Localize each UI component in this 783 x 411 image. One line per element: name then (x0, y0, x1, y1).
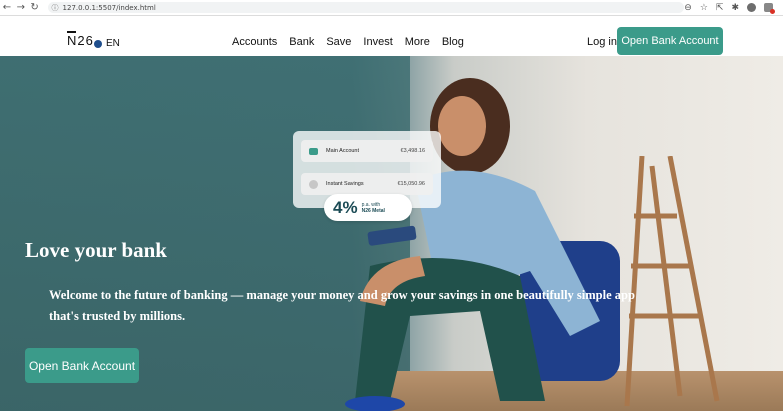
nav-blog[interactable]: Blog (442, 36, 464, 48)
notification-dot (770, 9, 775, 14)
main-account-row: Main Account €3,498.16 (301, 140, 433, 162)
woman-photo (345, 78, 620, 411)
profile-avatar[interactable] (747, 3, 756, 12)
main-nav: Accounts Bank Save Invest More Blog (232, 36, 464, 48)
zoom-icon[interactable]: ⊖ (684, 3, 692, 13)
account-name: Instant Savings (326, 181, 364, 187)
forward-icon[interactable]: → (14, 1, 28, 15)
nav-save[interactable]: Save (326, 36, 351, 48)
back-icon[interactable]: ← (0, 1, 14, 15)
globe-icon (94, 39, 102, 48)
language-label: EN (106, 38, 120, 49)
rate-note: p.a. with N26 Metal (362, 202, 385, 214)
extension-icon[interactable] (764, 3, 775, 14)
interest-rate-badge: 4% p.a. with N26 Metal (324, 194, 412, 221)
logo-text: N26 (67, 33, 94, 48)
interest-rate: 4% (333, 197, 358, 217)
hero-section: Main Account €3,498.16 Instant Savings €… (0, 56, 783, 411)
hero-subtitle: Welcome to the future of banking — manag… (49, 288, 635, 323)
login-link[interactable]: Log in (587, 36, 617, 48)
n26-logo[interactable]: N26 (67, 31, 94, 48)
account-amount: €3,498.16 (400, 148, 425, 154)
language-selector[interactable]: EN (94, 38, 120, 49)
logo-bar (67, 31, 76, 33)
account-name: Main Account (326, 148, 360, 154)
star-icon[interactable]: ☆ (700, 3, 708, 13)
hero-title: Love your bank (25, 238, 167, 262)
open-account-button-hero[interactable]: Open Bank Account (25, 348, 139, 383)
address-bar[interactable]: ⓘ 127.0.0.1:5507/index.html (47, 2, 685, 13)
nav-more[interactable]: More (405, 36, 430, 48)
card-icon (309, 147, 318, 155)
info-icon[interactable]: ⓘ (52, 3, 59, 13)
nav-accounts[interactable]: Accounts (232, 36, 277, 48)
url-text: 127.0.0.1:5507/index.html (62, 3, 156, 12)
piggy-bank-icon (309, 179, 318, 189)
open-account-button-header[interactable]: Open Bank Account (617, 27, 723, 55)
nav-bank[interactable]: Bank (289, 36, 314, 48)
savings-account-row: Instant Savings €15,050.96 (301, 173, 433, 195)
share-icon[interactable]: ⇱ (716, 3, 724, 13)
account-amount: €15,050.96 (397, 181, 425, 187)
nav-invest[interactable]: Invest (363, 36, 392, 48)
browser-toolbar: ← → ↻ ⓘ 127.0.0.1:5507/index.html ⊖ ☆ ⇱ … (0, 0, 783, 16)
rate-note-line2: N26 Metal (361, 207, 385, 214)
extensions-icon[interactable]: ✱ (731, 3, 739, 13)
reload-icon[interactable]: ↻ (28, 1, 42, 15)
